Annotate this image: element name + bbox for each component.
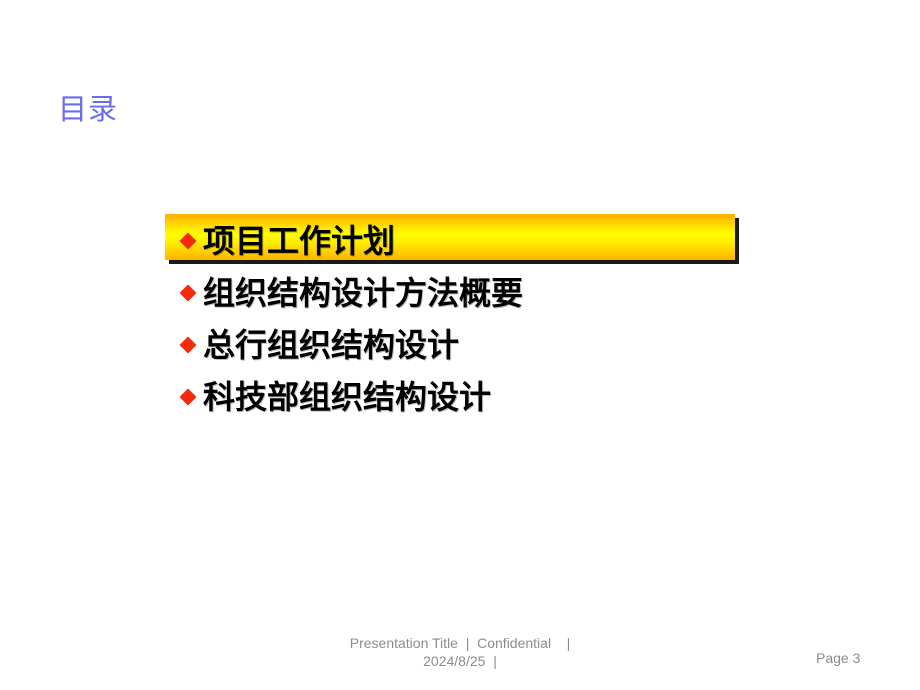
footer-date-line: 2024/8/25 | (423, 653, 497, 669)
toc-item[interactable]: 组织结构设计方法概要 (178, 268, 523, 314)
page-number: Page 3 (816, 650, 861, 666)
toc-item[interactable]: 总行组织结构设计 (178, 320, 459, 366)
toc-item-current[interactable]: 项目工作计划 (178, 216, 395, 262)
diamond-bullet-icon (179, 232, 197, 250)
diamond-bullet-icon (179, 388, 197, 406)
footer-title-line: Presentation Title | Confidential | (349, 635, 571, 651)
toc-item-label: 科技部组织结构设计 (203, 378, 492, 416)
diamond-bullet-icon (179, 336, 197, 354)
slide-title: 目录 (58, 92, 119, 126)
toc-item-label: 总行组织结构设计 (203, 326, 460, 364)
toc-item-label: 组织结构设计方法概要 (203, 274, 524, 312)
toc-item[interactable]: 科技部组织结构设计 (178, 372, 491, 418)
diamond-bullet-icon (179, 284, 197, 302)
footer-info: Presentation Title | Confidential | 2024… (320, 634, 600, 670)
toc-item-label: 项目工作计划 (203, 222, 396, 260)
